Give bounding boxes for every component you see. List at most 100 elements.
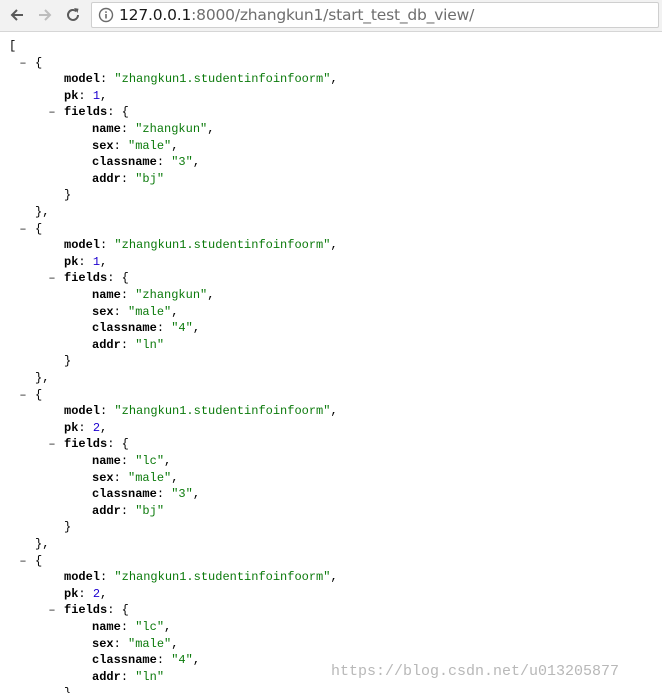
- comma: ,: [207, 288, 215, 302]
- model-line: model: "zhangkun1.studentinfoinfoorm",: [64, 71, 338, 88]
- colon: :: [100, 404, 115, 419]
- url-host: 127.0.0.1: [119, 6, 192, 24]
- browser-toolbar: 127.0.0.1:8000/zhangkun1/start_test_db_v…: [0, 0, 662, 32]
- value-name: "zhangkun": [135, 122, 208, 136]
- json-viewer: [–{model: "zhangkun1.studentinfoinfoorm"…: [0, 38, 662, 693]
- colon: :: [78, 420, 93, 435]
- collapse-record-toggle[interactable]: –: [17, 221, 29, 238]
- key-fields: fields: [64, 105, 108, 120]
- key-classname: classname: [92, 155, 157, 170]
- key-classname: classname: [92, 321, 157, 336]
- name-line: name: "lc",: [92, 619, 171, 636]
- value-pk: 1: [92, 254, 101, 269]
- brace: }: [64, 686, 71, 693]
- fields-close: }: [64, 353, 71, 370]
- model-line: model: "zhangkun1.studentinfoinfoorm",: [64, 237, 338, 254]
- key-model: model: [64, 238, 101, 253]
- colon: :: [78, 254, 93, 269]
- value-model: "zhangkun1.studentinfoinfoorm": [114, 72, 331, 87]
- key-fields: fields: [64, 437, 108, 452]
- comma: ,: [330, 404, 338, 419]
- colon: :: [120, 454, 136, 468]
- value-pk: 1: [92, 88, 101, 103]
- colon: :: [113, 138, 129, 153]
- value-pk: 2: [92, 420, 101, 435]
- collapse-fields-toggle[interactable]: –: [46, 104, 58, 121]
- colon-brace: : {: [107, 437, 129, 452]
- colon: :: [156, 487, 172, 502]
- url-path: :8000/zhangkun1/start_test_db_view/: [191, 6, 475, 24]
- classname-line: classname: "3",: [92, 154, 200, 171]
- colon: :: [156, 155, 172, 170]
- fields-line: fields: {: [64, 436, 129, 453]
- fields-line: fields: {: [64, 602, 129, 619]
- value-addr: "ln": [135, 669, 165, 684]
- name-line: name: "zhangkun",: [92, 121, 214, 138]
- value-classname: "4": [171, 653, 193, 668]
- classname-line: classname: "4",: [92, 652, 200, 669]
- comma: ,: [100, 254, 108, 269]
- pk-line: pk: 1,: [64, 254, 107, 271]
- brace: },: [35, 205, 50, 219]
- value-model: "zhangkun1.studentinfoinfoorm": [114, 238, 331, 253]
- collapse-record-toggle[interactable]: –: [17, 55, 29, 72]
- fields-close: }: [64, 519, 71, 536]
- forward-button[interactable]: [33, 3, 57, 27]
- colon: :: [113, 470, 129, 485]
- watermark: https://blog.csdn.net/u013205877: [331, 663, 620, 680]
- collapse-record-toggle[interactable]: –: [17, 553, 29, 570]
- key-name: name: [92, 620, 121, 634]
- brace: },: [35, 537, 50, 551]
- pk-line: pk: 2,: [64, 586, 107, 603]
- comma: ,: [100, 586, 108, 601]
- collapse-record-toggle[interactable]: –: [17, 387, 29, 404]
- value-classname: "3": [171, 487, 193, 502]
- colon: :: [156, 321, 172, 336]
- key-fields: fields: [64, 603, 108, 618]
- fields-close: }: [64, 685, 71, 693]
- value-sex: "male": [128, 470, 172, 485]
- comma: ,: [192, 321, 201, 336]
- reload-button[interactable]: [61, 3, 85, 27]
- fields-close: }: [64, 187, 71, 204]
- comma: ,: [330, 72, 338, 87]
- info-icon[interactable]: [98, 7, 114, 23]
- collapse-fields-toggle[interactable]: –: [46, 270, 58, 287]
- brace: }: [64, 520, 72, 535]
- brace: {: [35, 221, 43, 236]
- brace: },: [35, 371, 50, 385]
- brace: {: [35, 55, 43, 70]
- name-line: name: "zhangkun",: [92, 287, 214, 304]
- key-addr: addr: [92, 171, 121, 186]
- key-sex: sex: [92, 470, 114, 485]
- value-name: "lc": [135, 620, 165, 634]
- comma: ,: [171, 470, 179, 485]
- addr-line: addr: "ln": [92, 337, 164, 354]
- key-classname: classname: [92, 653, 157, 668]
- comma: ,: [330, 570, 338, 585]
- key-addr: addr: [92, 669, 121, 684]
- url-text[interactable]: 127.0.0.1:8000/zhangkun1/start_test_db_v…: [119, 6, 474, 24]
- colon-brace: : {: [107, 271, 129, 286]
- address-bar[interactable]: 127.0.0.1:8000/zhangkun1/start_test_db_v…: [91, 2, 659, 28]
- value-sex: "male": [128, 138, 172, 153]
- classname-line: classname: "4",: [92, 320, 200, 337]
- collapse-fields-toggle[interactable]: –: [46, 436, 58, 453]
- value-pk: 2: [92, 586, 101, 601]
- colon: :: [156, 653, 172, 668]
- key-model: model: [64, 570, 101, 585]
- colon: :: [120, 122, 136, 136]
- back-button[interactable]: [5, 3, 29, 27]
- comma: ,: [330, 238, 338, 253]
- classname-line: classname: "3",: [92, 486, 200, 503]
- colon: :: [120, 669, 136, 684]
- brace: {: [35, 387, 43, 402]
- value-name: "zhangkun": [135, 288, 208, 302]
- key-name: name: [92, 288, 121, 302]
- value-model: "zhangkun1.studentinfoinfoorm": [114, 570, 331, 585]
- key-classname: classname: [92, 487, 157, 502]
- collapse-fields-toggle[interactable]: –: [46, 602, 58, 619]
- model-line: model: "zhangkun1.studentinfoinfoorm",: [64, 569, 338, 586]
- colon-brace: : {: [107, 603, 129, 618]
- pk-line: pk: 1,: [64, 88, 107, 105]
